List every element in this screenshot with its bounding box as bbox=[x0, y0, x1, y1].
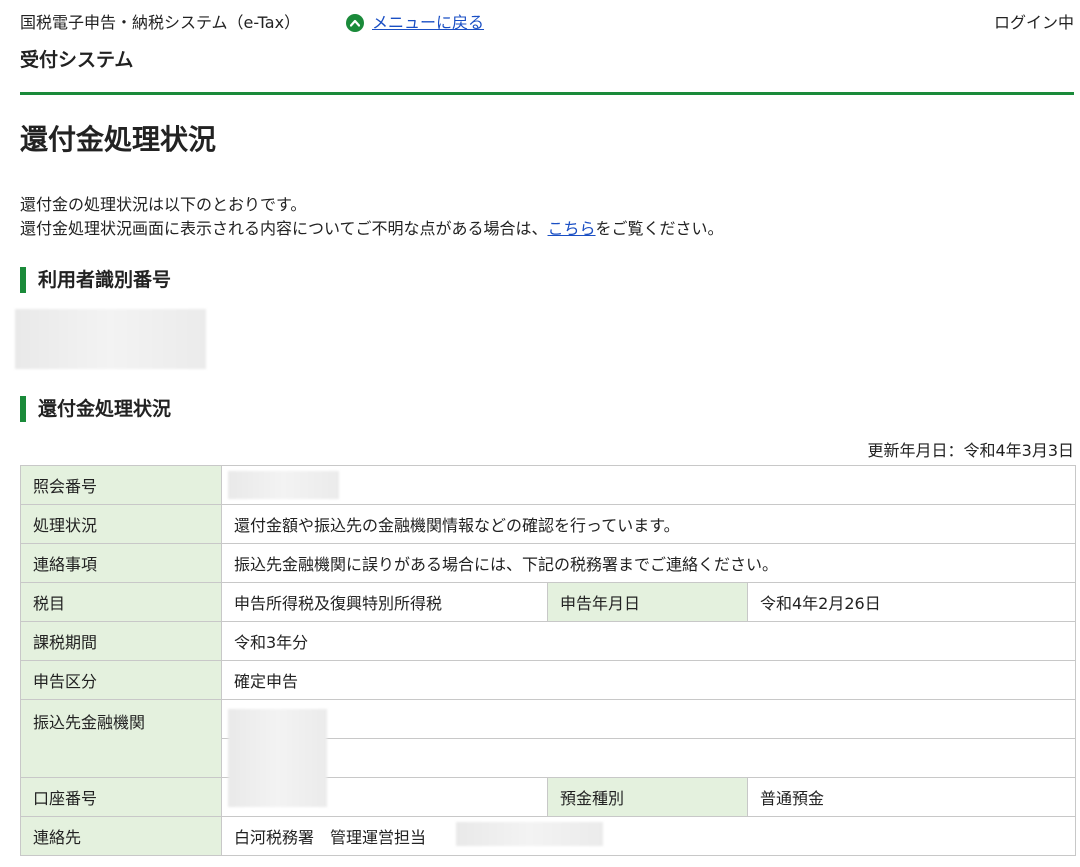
contact-value: 白河税務署 管理運営担当 bbox=[220, 816, 1077, 856]
user-id-section-title: 利用者識別番号 bbox=[38, 269, 172, 291]
system-name: 国税電子申告・納税システム（e-Tax） bbox=[20, 13, 301, 32]
inquiry-number-value bbox=[220, 465, 1077, 505]
subsystem-name: 受付システム bbox=[20, 49, 134, 71]
bank-branch-value bbox=[220, 738, 1077, 778]
filing-type-label: 申告区分 bbox=[20, 660, 222, 700]
filing-date-value: 令和4年2月26日 bbox=[746, 582, 1077, 622]
table-row: 連絡事項 振込先金融機関に誤りがある場合には、下記の税務署までご連絡ください。 bbox=[20, 543, 1077, 583]
back-to-menu-text[interactable]: メニューに戻る bbox=[372, 11, 484, 35]
refund-section-title: 還付金処理状況 bbox=[38, 398, 172, 420]
refund-section-header: 還付金処理状況 bbox=[20, 396, 171, 422]
user-id-section-header: 利用者識別番号 bbox=[20, 267, 171, 293]
contact-phone-redacted bbox=[456, 822, 603, 846]
help-link[interactable]: こちら bbox=[548, 219, 596, 238]
deposit-type-label: 預金種別 bbox=[547, 777, 748, 817]
contact-office: 白河税務署 管理運営担当 bbox=[234, 828, 427, 847]
intro-line-1: 還付金の処理状況は以下のとおりです。 bbox=[20, 195, 307, 214]
tax-period-label: 課税期間 bbox=[20, 621, 222, 661]
bank-name-value bbox=[220, 699, 1077, 739]
top-bar: 国税電子申告・納税システム（e-Tax） メニューに戻る ログイン中 bbox=[20, 11, 1074, 35]
tax-period-value: 令和3年分 bbox=[220, 621, 1077, 661]
back-to-menu-link[interactable]: メニューに戻る bbox=[346, 11, 484, 35]
user-id-redacted bbox=[15, 309, 206, 369]
table-row: 税目 申告所得税及復興特別所得税 申告年月日 令和4年2月26日 bbox=[20, 582, 1077, 622]
intro-text: 還付金の処理状況は以下のとおりです。 還付金処理状況画面に表示される内容について… bbox=[20, 193, 724, 241]
filing-type-value: 確定申告 bbox=[220, 660, 1077, 700]
section-marker bbox=[20, 396, 26, 422]
section-marker bbox=[20, 267, 26, 293]
contact-note-label: 連絡事項 bbox=[20, 543, 222, 583]
intro-line-2-after: をご覧ください。 bbox=[595, 219, 724, 238]
chevron-up-icon bbox=[346, 14, 364, 32]
filing-date-label: 申告年月日 bbox=[547, 582, 748, 622]
contact-label: 連絡先 bbox=[20, 816, 222, 856]
table-row: 処理状況 還付金額や振込先の金融機関情報などの確認を行っています。 bbox=[20, 504, 1077, 544]
tax-item-label: 税目 bbox=[20, 582, 222, 622]
bank-label: 振込先金融機関 bbox=[20, 699, 222, 778]
processing-status-value: 還付金額や振込先の金融機関情報などの確認を行っています。 bbox=[220, 504, 1077, 544]
tax-item-value: 申告所得税及復興特別所得税 bbox=[221, 582, 548, 622]
intro-line-2-before: 還付金処理状況画面に表示される内容についてご不明な点がある場合は、 bbox=[20, 219, 548, 238]
table-row: 振込先金融機関 bbox=[20, 699, 1077, 778]
inquiry-number-redacted bbox=[228, 471, 339, 499]
page-title: 還付金処理状況 bbox=[20, 123, 217, 156]
header-divider bbox=[20, 92, 1074, 95]
intro-line-2: 還付金処理状況画面に表示される内容についてご不明な点がある場合は、こちらをご覧く… bbox=[20, 217, 724, 241]
login-status: ログイン中 bbox=[993, 13, 1074, 32]
table-row: 課税期間 令和3年分 bbox=[20, 621, 1077, 661]
refund-status-table: 照会番号 処理状況 還付金額や振込先の金融機関情報などの確認を行っています。 連… bbox=[20, 465, 1077, 856]
table-row: 照会番号 bbox=[20, 465, 1077, 505]
inquiry-number-label: 照会番号 bbox=[20, 465, 222, 505]
table-row: 口座番号 預金種別 普通預金 bbox=[20, 777, 1077, 817]
deposit-type-value: 普通預金 bbox=[746, 777, 1077, 817]
account-number-label: 口座番号 bbox=[20, 777, 222, 817]
contact-note-value: 振込先金融機関に誤りがある場合には、下記の税務署までご連絡ください。 bbox=[220, 543, 1077, 583]
updated-date: 更新年月日：令和4年3月3日 bbox=[867, 441, 1074, 460]
bank-account-redacted bbox=[228, 709, 327, 807]
table-row: 申告区分 確定申告 bbox=[20, 660, 1077, 700]
processing-status-label: 処理状況 bbox=[20, 504, 222, 544]
